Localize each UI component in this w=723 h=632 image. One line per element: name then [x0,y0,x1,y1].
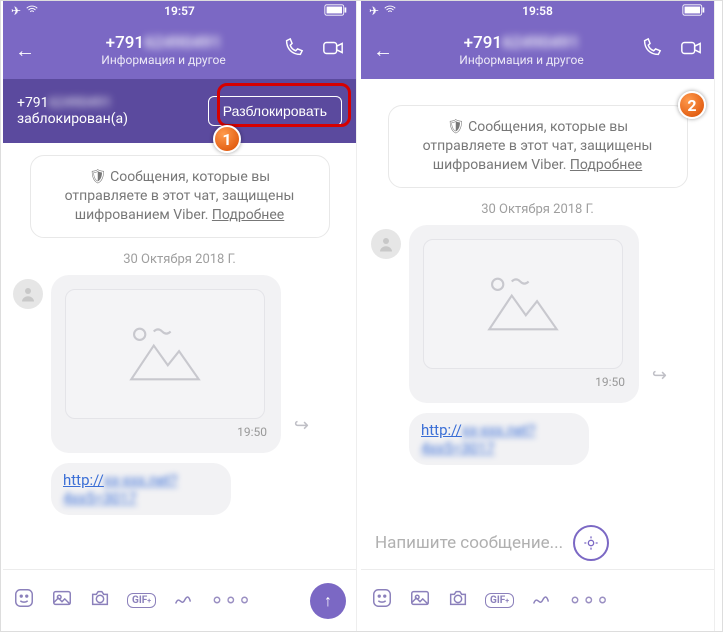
forward-icon[interactable]: ↪ [652,365,667,386]
blocked-number-text: +79162490491 заблокирован(а) [17,95,128,127]
status-time: 19:58 [361,4,714,18]
camera-icon[interactable] [89,587,111,615]
gif-icon[interactable]: GIF+ [485,593,514,608]
shield-icon: 🛡 [447,119,465,135]
encryption-notice: 🛡 Сообщения, которые вы отправляете в эт… [388,105,688,188]
send-button[interactable]: ↑ [310,583,346,619]
shield-icon: 🛡 [89,169,107,185]
gallery-icon[interactable] [409,587,431,615]
header-subtitle: Информация и другое [403,53,640,67]
status-time: 19:57 [3,4,356,18]
header-title-area[interactable]: +79162490491 Информация и другое [403,33,640,67]
unblock-button[interactable]: Разблокировать [208,96,342,126]
image-message-bubble[interactable]: 19:50 ↪ [51,275,281,453]
contact-name: +79162490491 [45,33,282,53]
forward-icon[interactable]: ↪ [294,415,309,436]
callout-marker-2: 2 [678,91,706,119]
status-bar: ✈ 19:58 [361,1,714,21]
link-message-bubble[interactable]: http://xx-xxx.net?4xx5=3017 [51,463,231,515]
back-icon[interactable]: ← [15,38,35,63]
encryption-notice: 🛡 Сообщения, которые вы отправляете в эт… [30,155,330,238]
chat-area: 2 🛡 Сообщения, которые вы отправляете в … [361,79,714,569]
message-time: 19:50 [65,425,267,439]
header-subtitle: Информация и другое [45,53,282,67]
status-bar: ✈ 19:57 [3,1,356,21]
doodle-icon[interactable] [530,587,552,615]
doodle-icon[interactable] [172,587,194,615]
sticker-icon[interactable] [13,587,35,615]
more-icon[interactable]: ∘∘∘ [210,588,251,613]
encryption-more-link[interactable]: Подробнее [212,207,284,223]
header-title-area[interactable]: +79162490491 Информация и другое [45,33,282,67]
camera-icon[interactable] [447,587,469,615]
chat-header: ← +79162490491 Информация и другое [361,21,714,79]
back-icon[interactable]: ← [373,38,393,63]
link-message-bubble[interactable]: http://xx-xxx.net?4xx5=3017 [409,413,589,465]
message-input[interactable]: Напишите сообщение... [375,533,563,553]
avatar[interactable] [371,229,401,259]
gallery-icon[interactable] [51,587,73,615]
chat-area: +79162490491 заблокирован(а) Разблокиров… [3,79,356,569]
encryption-more-link[interactable]: Подробнее [570,157,642,173]
message-row: 19:50 ↪ [361,225,714,403]
avatar[interactable] [13,279,43,309]
image-placeholder-icon [65,289,265,419]
contact-name: +79162490491 [403,33,640,53]
voice-call-icon[interactable] [282,37,304,64]
image-message-bubble[interactable]: 19:50 ↪ [409,225,639,403]
chat-header: ← +79162490491 Информация и другое [3,21,356,79]
date-separator: 30 Октября 2018 Г. [361,202,714,217]
more-icon[interactable]: ∘∘∘ [568,588,609,613]
callout-marker-1: 1 [213,125,241,153]
message-time: 19:50 [423,375,625,389]
composer-bar: GIF+ ∘∘∘ ↑ [3,569,356,631]
gif-icon[interactable]: GIF+ [127,593,156,608]
message-row: 19:50 ↪ [3,275,356,453]
blocked-banner: +79162490491 заблокирован(а) Разблокиров… [3,79,356,143]
date-separator: 30 Октября 2018 Г. [3,252,356,267]
video-call-icon[interactable] [680,37,702,64]
voice-call-icon[interactable] [640,37,662,64]
sticker-icon[interactable] [371,587,393,615]
phone-screenshot-right: ✈ 19:58 ← +79162490491 Информация и друг… [361,1,715,631]
composer-bar: GIF+ ∘∘∘ [361,569,714,631]
phone-screenshot-left: ✈ 19:57 ← +79162490491 Информация и друг… [3,1,357,631]
image-placeholder-icon [423,239,623,369]
voice-message-button[interactable] [573,525,609,561]
video-call-icon[interactable] [322,37,344,64]
